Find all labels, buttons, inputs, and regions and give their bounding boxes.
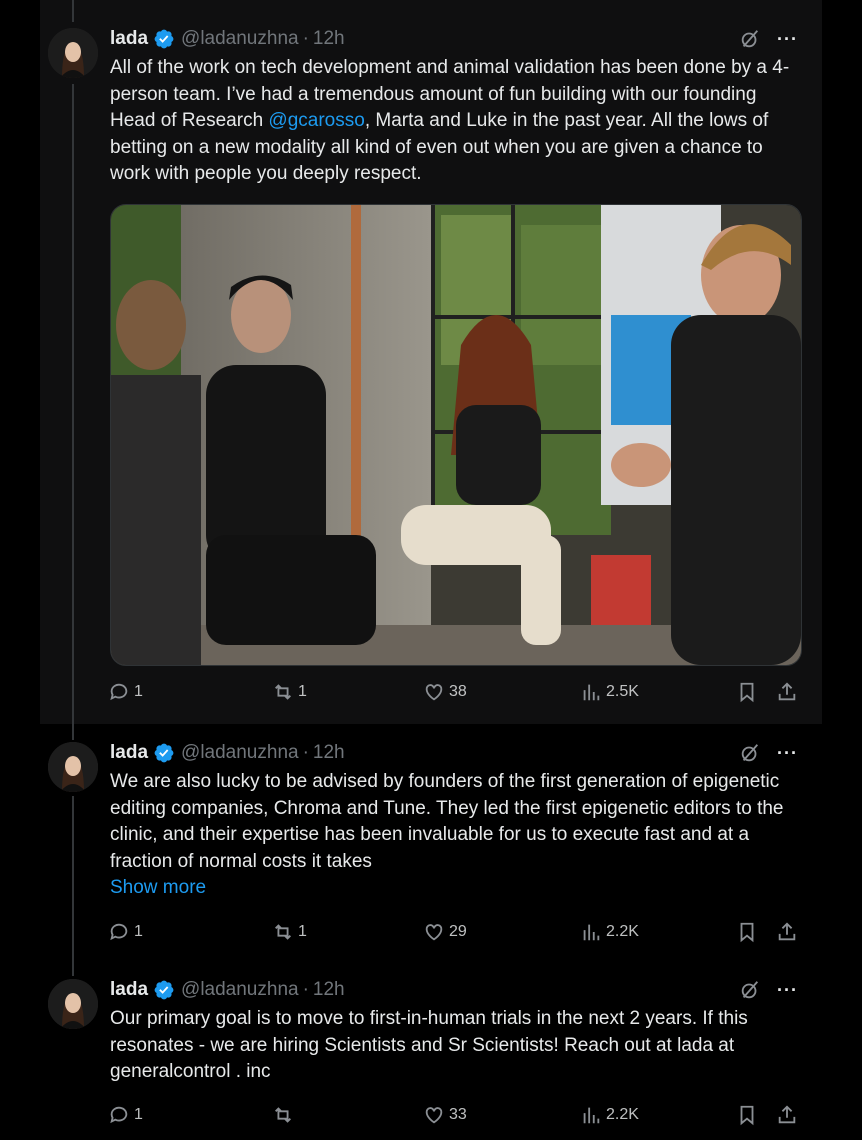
like-button[interactable]: 38 <box>423 678 467 706</box>
repost-icon <box>275 1107 291 1123</box>
repost-icon <box>275 924 291 940</box>
avatar[interactable] <box>48 742 98 792</box>
grok-icon[interactable] <box>739 979 761 1001</box>
header-actions: ··· <box>739 979 798 1001</box>
tweet-text-body: We are also lucky to be advised by found… <box>110 771 784 872</box>
author-handle[interactable]: @ladanuzhna <box>181 979 299 1001</box>
grok-icon[interactable] <box>739 28 761 50</box>
view-count: 2.2K <box>606 1106 639 1123</box>
author-name[interactable]: lada <box>110 742 148 764</box>
like-count: 29 <box>449 923 467 940</box>
mention-link[interactable]: @gcarosso <box>268 110 364 131</box>
avatar[interactable] <box>48 28 98 78</box>
reply-button[interactable]: 1 <box>108 678 143 706</box>
separator: · <box>302 742 309 763</box>
bookmark-icon <box>740 682 754 703</box>
reply-button[interactable]: 1 <box>108 1101 143 1129</box>
tweet-text: All of the work on tech development and … <box>110 55 800 188</box>
views-button[interactable]: 2.2K <box>580 918 639 946</box>
repost-button[interactable]: 1 <box>272 678 307 706</box>
share-icon <box>778 682 796 701</box>
timestamp[interactable]: 12h <box>313 979 345 1001</box>
share-button[interactable] <box>776 918 798 946</box>
repost-button[interactable] <box>272 1101 298 1129</box>
repost-count: 1 <box>298 923 307 940</box>
like-icon <box>425 924 443 941</box>
bookmark-button[interactable] <box>736 678 758 706</box>
tweet-text-body: Our primary goal is to move to first-in-… <box>110 1008 748 1082</box>
reply-count: 1 <box>134 923 143 940</box>
action-bar: 1 33 2.2K <box>108 1101 800 1129</box>
more-icon[interactable]: ··· <box>777 981 798 999</box>
action-bar: 1 1 38 2.5K <box>108 678 800 706</box>
share-button[interactable] <box>776 678 798 706</box>
tweet-text: We are also lucky to be advised by found… <box>110 769 800 902</box>
reply-icon <box>110 1106 128 1124</box>
reply-button[interactable]: 1 <box>108 918 143 946</box>
author-name[interactable]: lada <box>110 979 148 1001</box>
views-icon <box>583 924 600 941</box>
bookmark-button[interactable] <box>736 1101 758 1129</box>
avatar[interactable] <box>48 979 98 1029</box>
like-button[interactable]: 29 <box>423 918 467 946</box>
reply-count: 1 <box>134 1106 143 1123</box>
repost-icon <box>275 684 291 700</box>
author-handle[interactable]: @ladanuzhna <box>181 28 299 50</box>
views-icon <box>583 1107 600 1124</box>
bookmark-icon <box>740 922 754 943</box>
verified-badge-icon <box>154 743 174 763</box>
author-name[interactable]: lada <box>110 28 148 50</box>
like-icon <box>425 1107 443 1124</box>
reply-icon <box>110 683 128 701</box>
tweet-header: lada @ladanuzhna · 12h <box>110 977 345 1003</box>
bookmark-icon <box>740 1105 754 1126</box>
views-icon <box>583 684 600 701</box>
share-button[interactable] <box>776 1101 798 1129</box>
timestamp[interactable]: 12h <box>313 28 345 50</box>
like-icon <box>425 684 443 701</box>
reply-count: 1 <box>134 683 143 700</box>
more-icon[interactable]: ··· <box>777 744 798 762</box>
like-count: 33 <box>449 1106 467 1123</box>
action-bar: 1 1 29 2.2K <box>108 918 800 946</box>
header-actions: ··· <box>739 28 798 50</box>
verified-badge-icon <box>154 29 174 49</box>
separator: · <box>302 979 309 1000</box>
separator: · <box>302 28 309 49</box>
view-count: 2.2K <box>606 923 639 940</box>
grok-icon[interactable] <box>739 742 761 764</box>
share-icon <box>778 1105 796 1124</box>
tweet-header: lada @ladanuzhna · 12h <box>110 26 345 52</box>
tweet-text: Our primary goal is to move to first-in-… <box>110 1006 800 1086</box>
header-actions: ··· <box>739 742 798 764</box>
tweet-photo[interactable] <box>110 204 802 666</box>
repost-button[interactable]: 1 <box>272 918 307 946</box>
more-icon[interactable]: ··· <box>777 30 798 48</box>
tweet[interactable]: lada @ladanuzhna · 12h ··· We are also l… <box>0 740 862 960</box>
repost-count: 1 <box>298 683 307 700</box>
thread-line <box>72 0 74 22</box>
bookmark-button[interactable] <box>736 918 758 946</box>
show-more-link[interactable]: Show more <box>110 875 800 902</box>
author-handle[interactable]: @ladanuzhna <box>181 742 299 764</box>
timestamp[interactable]: 12h <box>313 742 345 764</box>
share-icon <box>778 922 796 941</box>
like-count: 38 <box>449 683 467 700</box>
views-button[interactable]: 2.5K <box>580 678 639 706</box>
reply-icon <box>110 923 128 941</box>
tweet-header: lada @ladanuzhna · 12h <box>110 740 345 766</box>
verified-badge-icon <box>154 980 174 1000</box>
tweet[interactable]: lada @ladanuzhna · 12h ··· All of the wo… <box>0 26 862 726</box>
like-button[interactable]: 33 <box>423 1101 467 1129</box>
view-count: 2.5K <box>606 683 639 700</box>
views-button[interactable]: 2.2K <box>580 1101 639 1129</box>
tweet[interactable]: lada @ladanuzhna · 12h ··· Our primary g… <box>0 977 862 1137</box>
